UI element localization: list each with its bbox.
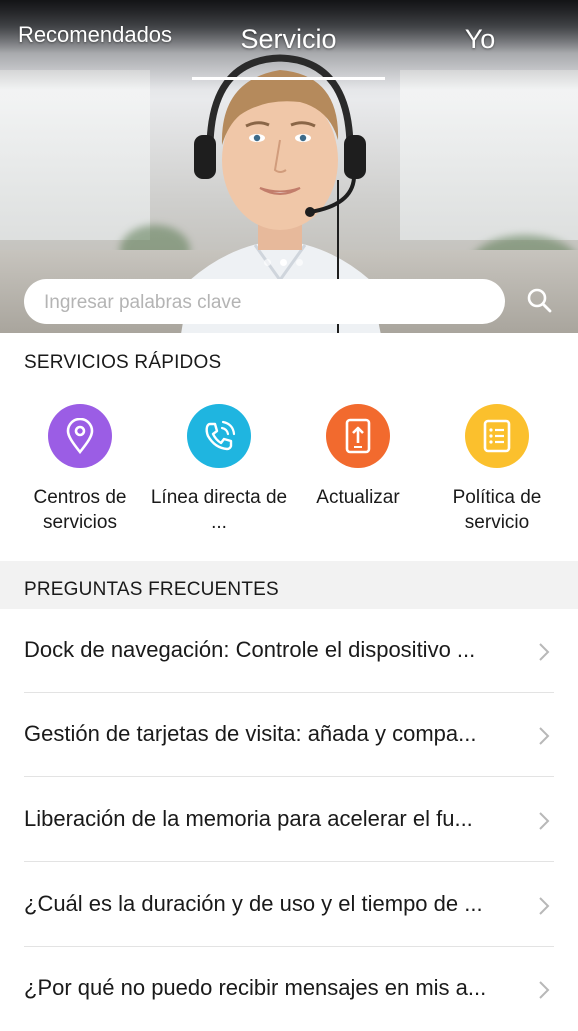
active-tab-indicator xyxy=(192,77,385,80)
location-pin-icon xyxy=(66,418,94,454)
update-button[interactable] xyxy=(326,404,390,468)
faq-item[interactable]: Gestión de tarjetas de visita: añada y c… xyxy=(0,693,578,777)
search-icon[interactable] xyxy=(525,286,553,314)
divider xyxy=(24,776,554,777)
chevron-right-icon xyxy=(539,897,550,915)
faq-item[interactable]: Dock de navegación: Controle el disposit… xyxy=(0,609,578,693)
quick-service-policy[interactable]: Política de servicio xyxy=(427,404,567,535)
quick-service-label: Actualizar xyxy=(316,487,400,508)
tab-recomendados[interactable]: Recomendados xyxy=(10,22,180,48)
document-icon xyxy=(483,419,511,453)
hotline-button[interactable] xyxy=(187,404,251,468)
service-policy-button[interactable] xyxy=(465,404,529,468)
quick-service-update[interactable]: Actualizar xyxy=(288,404,428,510)
faq-item[interactable]: ¿Por qué no puedo recibir mensajes en mi… xyxy=(0,947,578,1031)
background-window xyxy=(400,70,578,240)
quick-service-label: Centros de servicios xyxy=(33,487,127,533)
quick-service-label: Política de servicio xyxy=(452,487,542,533)
phone-update-icon xyxy=(345,418,371,454)
faq-item-text: ¿Por qué no puedo recibir mensajes en mi… xyxy=(24,975,487,1000)
faq-item-text: Gestión de tarjetas de visita: añada y c… xyxy=(24,721,477,746)
faq-item[interactable]: ¿Cuál es la duración y de uso y el tiemp… xyxy=(0,863,578,947)
tab-servicio[interactable]: Servicio xyxy=(192,24,385,55)
search-input[interactable] xyxy=(42,279,491,326)
chevron-right-icon xyxy=(539,981,550,999)
faq-item[interactable]: Liberación de la memoria para acelerar e… xyxy=(0,778,578,862)
faq-item-text: Dock de navegación: Controle el disposit… xyxy=(24,637,476,662)
carousel-dot[interactable] xyxy=(264,259,271,266)
divider xyxy=(24,861,554,862)
faq-title: PREGUNTAS FRECUENTES xyxy=(24,579,279,600)
carousel-indicator xyxy=(264,259,303,266)
chevron-right-icon xyxy=(539,812,550,830)
quick-service-service-centers[interactable]: Centros de servicios xyxy=(10,404,150,535)
faq-item-text: Liberación de la memoria para acelerar e… xyxy=(24,806,473,831)
chevron-right-icon xyxy=(539,727,550,745)
carousel-dot[interactable] xyxy=(296,259,303,266)
quick-service-hotline[interactable]: Línea directa de ... xyxy=(149,404,289,535)
phone-call-icon xyxy=(205,420,236,451)
carousel-dot-active[interactable] xyxy=(280,259,287,266)
search-field[interactable] xyxy=(24,279,505,326)
quick-service-label: Línea directa de ... xyxy=(150,487,288,533)
quick-services-title: SERVICIOS RÁPIDOS xyxy=(24,352,222,373)
tab-yo[interactable]: Yo xyxy=(430,24,530,55)
faq-item-text: ¿Cuál es la duración y de uso y el tiemp… xyxy=(24,891,483,916)
chevron-right-icon xyxy=(539,643,550,661)
service-center-button[interactable] xyxy=(48,404,112,468)
background-window xyxy=(0,70,150,240)
